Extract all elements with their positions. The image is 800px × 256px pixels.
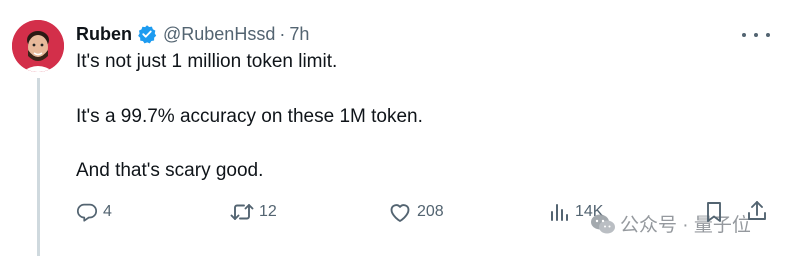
watermark-text: 公众号 · 量子位 [620,210,751,237]
avatar[interactable] [12,20,64,72]
views-icon [548,201,570,223]
tweet[interactable]: Ruben @RubenHssd · 7h It's not just 1 mi… [0,0,800,256]
separator-dot: · [279,22,285,46]
retweet-icon [230,201,254,223]
tweet-text-line: It's not just 1 million token limit. [76,50,337,74]
avatar-image [12,20,64,72]
share-button[interactable] [746,199,768,228]
author-name[interactable]: Ruben [76,22,132,46]
timestamp[interactable]: 7h [289,22,309,46]
like-count: 208 [417,203,444,221]
reply-icon [76,201,98,223]
retweet-count: 12 [259,203,277,221]
retweet-button[interactable]: 12 [230,199,277,225]
verified-badge-icon [137,24,157,44]
thread-line [37,78,40,256]
like-button[interactable]: 208 [388,199,444,225]
tweet-header: Ruben @RubenHssd · 7h [76,22,309,46]
wechat-logo-icon [590,213,616,235]
watermark: 公众号 · 量子位 [590,210,751,237]
reply-button[interactable]: 4 [76,199,112,225]
tweet-text-line: It's a 99.7% accuracy on these 1M token. [76,105,423,129]
bookmark-icon [704,200,724,224]
tweet-text-line: And that's scary good. [76,159,263,183]
bookmark-button[interactable] [704,200,724,229]
reply-count: 4 [103,203,112,221]
heart-icon [388,201,412,223]
share-icon [746,199,768,223]
more-icon[interactable] [742,28,770,42]
author-handle[interactable]: @RubenHssd [163,22,275,46]
